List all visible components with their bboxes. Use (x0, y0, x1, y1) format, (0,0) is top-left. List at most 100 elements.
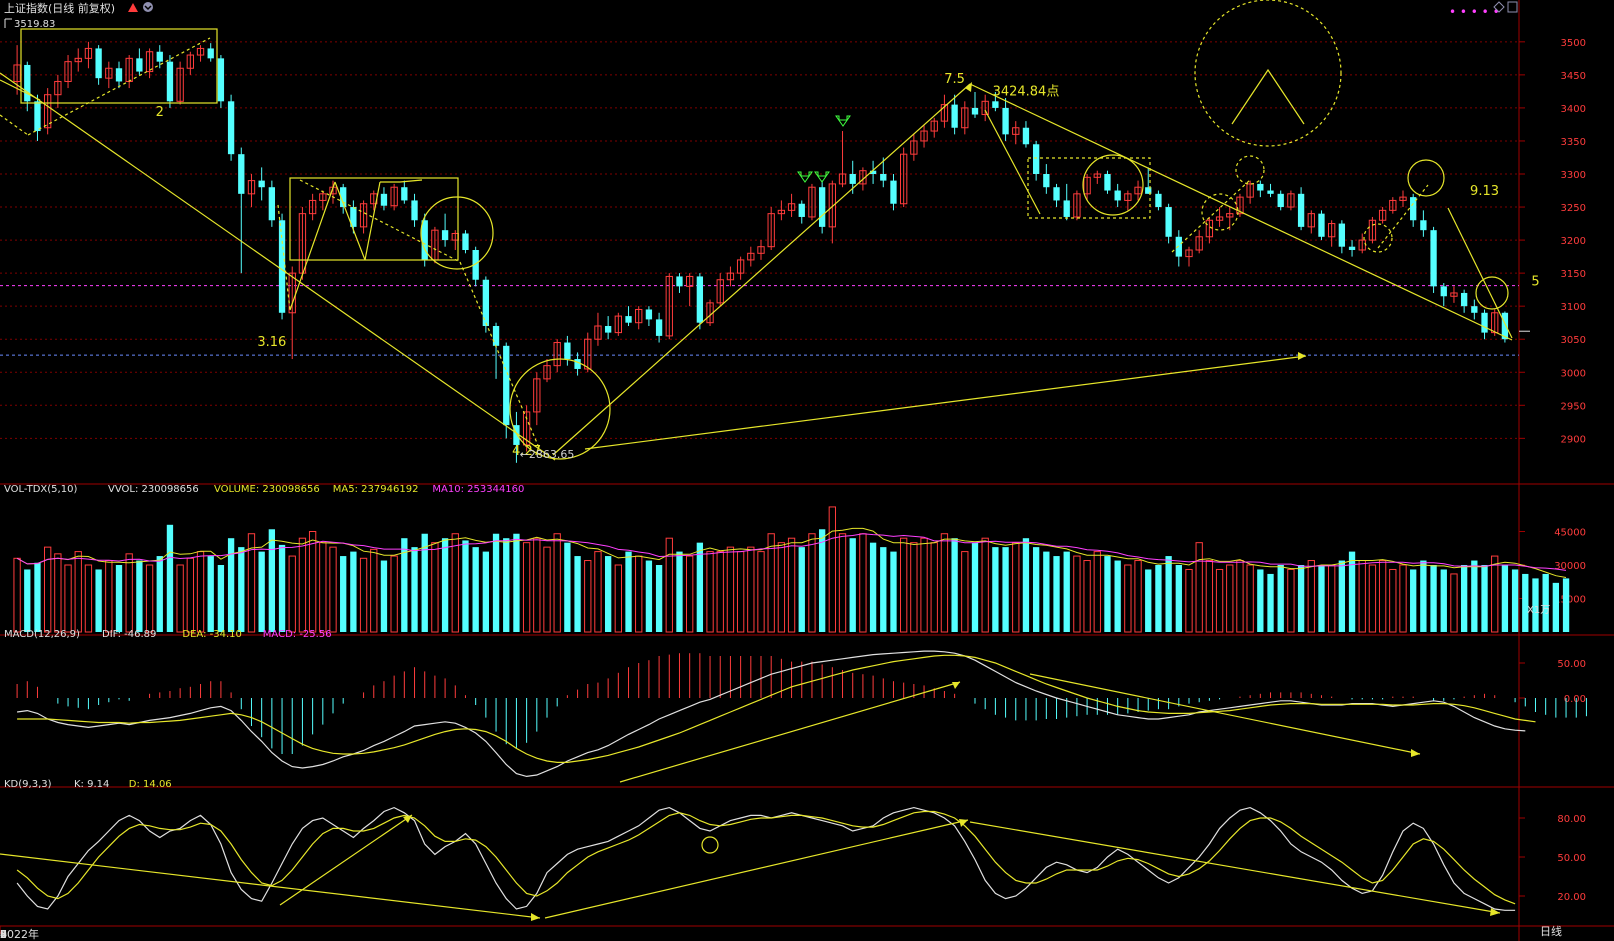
candle-body (401, 187, 408, 201)
volume-bar (451, 533, 459, 633)
window-icon[interactable] (1507, 1, 1518, 13)
volume-bar (492, 533, 500, 632)
candle-body (574, 359, 581, 369)
annotation-labels: 23.164.27←2863.657.53424.84点9.135 (156, 72, 1540, 461)
volume-bar (1522, 573, 1529, 632)
trend-line (984, 109, 1041, 215)
volume-bar (584, 560, 592, 633)
volume-bar (838, 533, 847, 633)
price-axis-labels: 2900 2950 3000 3050 3100 3150 3200 3250 3300 3350… (1519, 38, 1586, 445)
kd-divergence-line (969, 821, 1501, 914)
volume-bar (869, 542, 877, 632)
volume-bar (1246, 564, 1254, 633)
volume-bar (574, 556, 581, 632)
volume-bar (431, 542, 439, 633)
volume-bar (808, 533, 816, 633)
date-label: 9 (0, 928, 7, 941)
candle-body (1471, 306, 1478, 313)
volume-bar (125, 553, 133, 633)
volume-bar (1552, 582, 1560, 632)
volume-bar (472, 547, 479, 632)
volume-bar (1022, 538, 1030, 632)
candle-body (115, 68, 123, 82)
macd-divergence-line (619, 681, 961, 783)
legend-item: VVOL: 230098656 (108, 484, 199, 495)
volume-bar (1215, 568, 1224, 633)
candle-body (1460, 292, 1468, 307)
macd-tick-label: 0.00 (1564, 694, 1586, 705)
volume-bar (503, 538, 510, 632)
volume-bar (716, 551, 724, 633)
price-tick-label: 3450 (1561, 71, 1586, 82)
kd-title: KD(9,3,3) (4, 779, 52, 790)
volume-bar (1328, 564, 1336, 633)
volume-bar (380, 560, 388, 632)
menu-dropdown-icon[interactable] (143, 2, 153, 12)
volume-bar (1348, 551, 1356, 632)
volume-bar (84, 564, 93, 633)
candle-body (227, 101, 235, 155)
candle-body (849, 174, 856, 184)
trend-annotations (0, 0, 1513, 461)
arrow-head-icon (1298, 352, 1306, 360)
candle-body (1175, 236, 1182, 257)
volume-bar (319, 542, 327, 633)
highlight-circle (1082, 154, 1144, 216)
volume-bar (726, 546, 735, 633)
volume-bar (482, 551, 490, 632)
annotation-label: 5 (1531, 275, 1539, 290)
volume-bar (910, 542, 918, 633)
candle-body (655, 319, 663, 336)
candle-body (441, 230, 449, 241)
candle-body (1440, 286, 1447, 297)
annotation-label: 7.5 (944, 72, 965, 87)
downtrend-line (0, 72, 556, 461)
high-price-label: 3519.83 (14, 19, 55, 30)
arrow-head-icon (403, 815, 412, 823)
chart-canvas[interactable]: 2900 2950 3000 3050 3100 3150 3200 3250 3300 3350… (0, 0, 1614, 941)
volume-bar (34, 562, 41, 632)
legend-item: K: 9.14 (74, 779, 109, 790)
volume-bar (411, 547, 418, 632)
highlight-circle (1235, 155, 1265, 185)
volume-bar (736, 551, 745, 633)
volume-bar (370, 548, 378, 633)
support-arrow-line (584, 355, 1307, 450)
candle-body (95, 48, 102, 79)
volume-bar (350, 551, 357, 632)
candle-body (890, 180, 897, 204)
k-line (16, 806, 1516, 911)
volume-bar (1399, 564, 1407, 633)
volume-bar (1460, 565, 1468, 632)
volume-bar (340, 556, 347, 632)
volume-bar (217, 565, 225, 632)
volume-bar (1450, 573, 1458, 633)
legend-item: DEA: -34.10 (182, 629, 241, 640)
period-tab[interactable]: 日线 (1540, 924, 1562, 938)
volume-bar (553, 533, 561, 633)
volume-bar (1124, 564, 1132, 633)
volume-bar (166, 524, 174, 632)
legend-item: MA5: 237946192 (333, 484, 419, 495)
volume-bar (665, 537, 673, 633)
candle-body (1338, 223, 1346, 247)
trend-line (299, 179, 461, 263)
volume-bar (992, 547, 999, 632)
volume-bar (513, 533, 520, 632)
volume-bar (54, 553, 62, 633)
macd-title: MACD(12,26,9) (4, 629, 80, 640)
price-tick-label: 3000 (1561, 368, 1586, 379)
price-tick-label: 3300 (1561, 170, 1586, 181)
annotation-label: 2 (156, 105, 164, 120)
volume-bar (1073, 555, 1081, 633)
kd-trend-line (544, 819, 969, 919)
volume-bar (1420, 560, 1427, 632)
candle-body (880, 174, 887, 181)
highlight-circle (1407, 159, 1445, 197)
volume-bar (24, 569, 31, 632)
candle-body (971, 107, 979, 115)
volume-bar (696, 542, 704, 632)
candle-body (1165, 207, 1172, 237)
volume-bar (207, 556, 214, 632)
volume-bar (1297, 565, 1305, 632)
